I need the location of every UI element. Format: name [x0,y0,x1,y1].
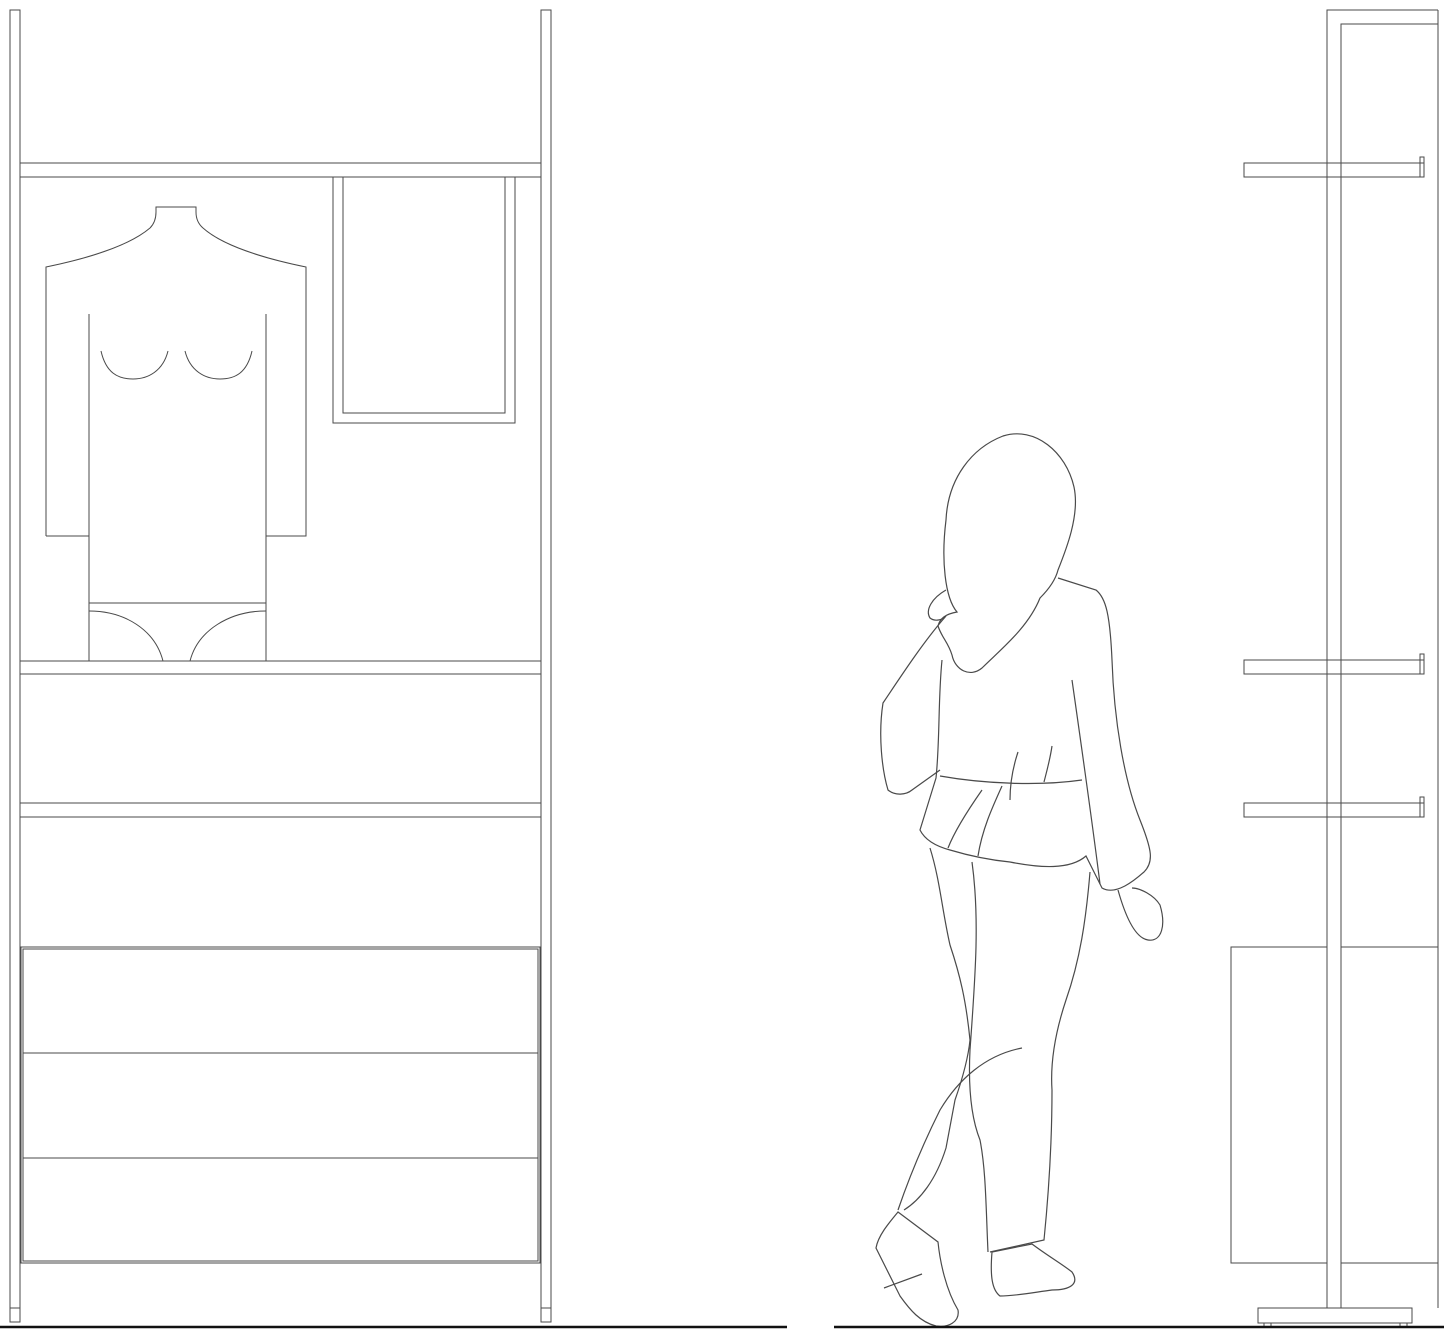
figure-peplum-fold [977,785,1003,857]
figure-face [927,589,947,621]
figure-peplum-fold [1043,745,1053,783]
figure-back-foot [875,1211,959,1327]
walking-figure [875,433,1164,1327]
rack-cabinet [1230,946,1438,1264]
figure-back-leg [903,847,971,1211]
torso-mannequin [45,206,307,662]
top-shelf [19,162,542,178]
middle-shelf [19,660,542,675]
figure-peplum-fold [947,789,983,849]
shelving-unit [9,9,552,1323]
figure-knee-line [897,1047,1023,1211]
figure-hand [1117,887,1164,941]
figure-head-hair [937,433,1077,673]
figure-inner-leg [968,861,989,1253]
rack-arm-lower [1243,796,1425,818]
wall-frame [332,176,516,424]
figure-front-foot [990,1243,1076,1297]
figure-raised-arm [880,615,947,795]
left-upright [9,9,21,1323]
lower-shelf [19,802,542,818]
rack-arm-middle [1243,653,1425,675]
drawer-cabinet [20,946,541,1264]
elevation-drawing [0,9,1444,1329]
display-rack [1230,9,1439,1328]
right-upright [540,9,552,1323]
rack-arm-top [1243,156,1425,178]
figure-front-leg [989,871,1091,1253]
figure-torso [919,577,1151,891]
rack-frame [1326,9,1439,1308]
rack-base [1257,1307,1413,1328]
figure-peplum-fold [1009,751,1019,801]
figure-sleeve-line [1071,679,1101,885]
